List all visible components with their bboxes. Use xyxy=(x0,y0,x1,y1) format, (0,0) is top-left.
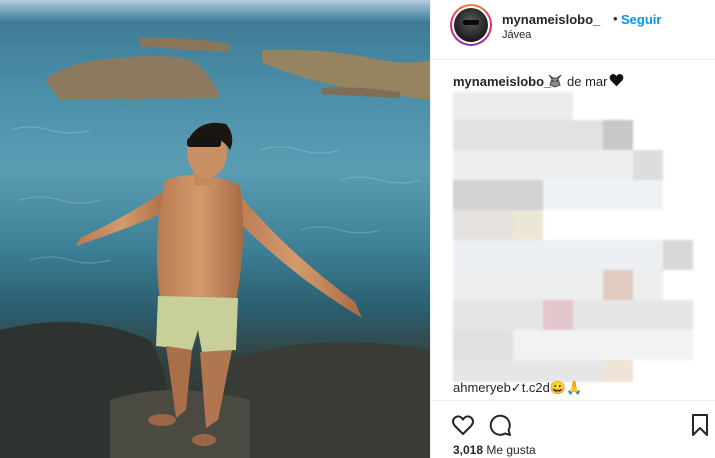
wolf-emoji-icon xyxy=(547,72,563,91)
rock-left xyxy=(45,55,220,100)
post-photo[interactable] xyxy=(0,0,430,458)
blurred-caption xyxy=(453,92,715,382)
avatar-image xyxy=(454,8,488,42)
follow-button[interactable]: Seguir xyxy=(621,12,661,27)
likes-number: 3,018 xyxy=(453,443,484,457)
header-username[interactable]: mynameislobo_ xyxy=(502,12,600,27)
likes-count[interactable]: 3,018 Me gusta xyxy=(453,443,536,457)
black-heart-icon xyxy=(609,73,624,90)
caption-username[interactable]: mynameislobo_ xyxy=(453,74,551,89)
instagram-post: mynameislobo_ • Seguir Jávea mynameislob… xyxy=(0,0,715,458)
location-link[interactable]: Jávea xyxy=(502,29,531,41)
rock-far xyxy=(140,37,230,52)
photo-illustration xyxy=(0,37,430,458)
rock-foreground-right xyxy=(226,342,430,458)
header-separator: • xyxy=(613,11,618,26)
likes-label: Me gusta xyxy=(486,443,536,457)
bookmark-icon[interactable] xyxy=(688,413,712,437)
caption-tail: ahmeryeb✓t.c2d😀🙏 xyxy=(453,380,583,395)
avatar[interactable] xyxy=(450,4,492,46)
comment-icon[interactable] xyxy=(488,413,512,437)
post-details-panel: mynameislobo_ • Seguir Jávea mynameislob… xyxy=(430,0,715,458)
caption-text: de mar xyxy=(567,74,608,89)
like-heart-icon[interactable] xyxy=(451,413,475,437)
post-header: mynameislobo_ • Seguir Jávea xyxy=(431,0,715,60)
